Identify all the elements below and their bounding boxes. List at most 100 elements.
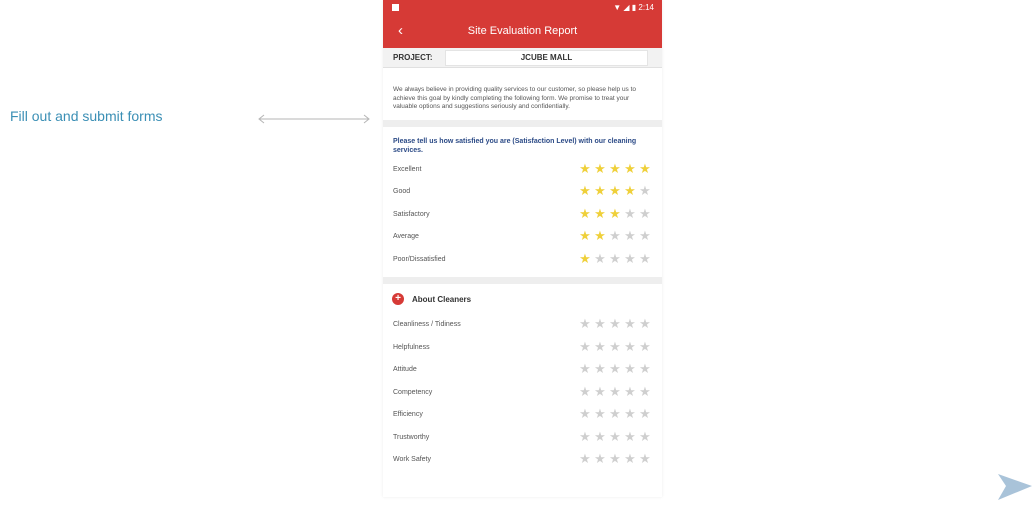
star-rating[interactable]: ★ ★ ★ ★ ★	[578, 384, 652, 399]
star-icon[interactable]: ★	[593, 429, 607, 444]
star-rating[interactable]: ★ ★ ★ ★ ★	[578, 317, 652, 331]
star-icon[interactable]: ★	[623, 339, 637, 354]
star-icon: ★	[579, 160, 591, 176]
divider	[383, 119, 662, 127]
star-icon[interactable]: ★	[593, 362, 607, 376]
rating-label: Satisfactory	[393, 210, 430, 218]
star-icon: ★	[624, 205, 636, 221]
star-icon[interactable]: ★	[578, 317, 592, 331]
star-icon[interactable]: ★	[638, 429, 652, 444]
star-icon: ★	[594, 160, 606, 176]
star-rating: ★ ★ ★ ★ ★	[578, 184, 652, 198]
rating-row: Satisfactory ★ ★ ★ ★ ★	[383, 204, 662, 227]
rating-row: Poor/Dissatisfied ★ ★ ★ ★ ★	[383, 249, 662, 272]
star-icon[interactable]: ★	[638, 339, 652, 354]
star-rating[interactable]: ★ ★ ★ ★ ★	[578, 362, 652, 376]
star-icon[interactable]: ★	[623, 407, 637, 421]
star-rating[interactable]: ★ ★ ★ ★ ★	[578, 429, 652, 444]
app-bar: ‹ Site Evaluation Report	[383, 16, 662, 48]
star-icon: ★	[579, 250, 591, 266]
star-icon[interactable]: ★	[623, 362, 637, 376]
rating-row: Average ★ ★ ★ ★ ★	[383, 226, 662, 249]
rating-label: Excellent	[393, 165, 422, 173]
star-icon[interactable]: ★	[608, 452, 622, 466]
star-icon[interactable]: ★	[608, 429, 622, 444]
star-icon: ★	[594, 205, 606, 221]
star-icon: ★	[624, 183, 636, 198]
star-icon[interactable]: ★	[578, 362, 592, 376]
star-icon[interactable]: ★	[608, 407, 622, 421]
star-icon[interactable]: ★	[638, 384, 652, 399]
star-icon: ★	[609, 183, 621, 198]
rating-row: Cleanliness / Tidiness ★ ★ ★ ★ ★	[383, 314, 662, 337]
star-icon: ★	[639, 250, 651, 266]
star-icon[interactable]: ★	[608, 384, 622, 399]
star-icon[interactable]: ★	[578, 384, 592, 399]
star-icon: ★	[594, 250, 606, 266]
section-title: About Cleaners	[412, 295, 472, 304]
intro-text: We always believe in providing quality s…	[393, 86, 637, 110]
star-icon[interactable]: ★	[578, 339, 592, 354]
rating-row: Work Safety ★ ★ ★ ★ ★	[383, 449, 662, 472]
star-icon[interactable]: ★	[608, 317, 622, 331]
project-field[interactable]: JCUBE MALL	[445, 50, 648, 66]
star-icon[interactable]: ★	[578, 429, 592, 444]
star-icon: ★	[639, 183, 651, 198]
star-icon[interactable]: ★	[623, 317, 637, 331]
notification-icon	[392, 4, 399, 11]
star-icon[interactable]: ★	[608, 362, 622, 376]
section-header[interactable]: + About Cleaners	[383, 284, 662, 314]
star-icon: ★	[609, 228, 621, 243]
star-rating[interactable]: ★ ★ ★ ★ ★	[578, 452, 652, 466]
star-icon[interactable]: ★	[623, 429, 637, 444]
star-rating[interactable]: ★ ★ ★ ★ ★	[578, 339, 652, 354]
star-icon[interactable]: ★	[593, 407, 607, 421]
star-rating: ★ ★ ★ ★ ★	[578, 250, 652, 266]
star-icon: ★	[639, 205, 651, 221]
divider	[383, 277, 662, 284]
star-icon[interactable]: ★	[593, 452, 607, 466]
rating-row: Good ★ ★ ★ ★ ★	[383, 181, 662, 204]
rating-list: Cleanliness / Tidiness ★ ★ ★ ★ ★ Helpfulness ★ ★…	[383, 314, 662, 472]
star-icon: ★	[579, 205, 591, 221]
star-icon[interactable]: ★	[638, 362, 652, 376]
rating-label: Work Safety	[393, 456, 431, 463]
plus-circle-icon[interactable]: +	[392, 293, 404, 305]
rating-row: Excellent ★ ★ ★ ★ ★	[383, 159, 662, 182]
question-text: Please tell us how satisfied you are (Sa…	[393, 137, 637, 154]
star-icon[interactable]: ★	[623, 384, 637, 399]
star-icon: ★	[579, 183, 591, 198]
caption-text: Fill out and submit forms	[10, 108, 163, 124]
double-arrow-icon	[258, 114, 370, 124]
play-triangle-icon[interactable]	[996, 468, 1034, 502]
star-icon: ★	[594, 183, 606, 198]
star-icon[interactable]: ★	[638, 407, 652, 421]
rating-row: Efficiency ★ ★ ★ ★ ★	[383, 404, 662, 427]
project-row: PROJECT: JCUBE MALL	[383, 48, 662, 68]
rating-label: Helpfulness	[393, 343, 430, 351]
rating-label: Cleanliness / Tidiness	[393, 321, 461, 328]
star-icon[interactable]: ★	[593, 384, 607, 399]
star-rating[interactable]: ★ ★ ★ ★ ★	[578, 407, 652, 421]
star-icon[interactable]: ★	[623, 452, 637, 466]
rating-label: Poor/Dissatisfied	[393, 255, 446, 263]
rating-label: Average	[393, 233, 419, 240]
star-icon: ★	[609, 205, 621, 221]
star-icon[interactable]: ★	[608, 339, 622, 354]
star-icon[interactable]: ★	[578, 452, 592, 466]
star-icon[interactable]: ★	[593, 339, 607, 354]
signal-battery-icons: ▼ ◢ ▮	[613, 3, 637, 12]
rating-row: Helpfulness ★ ★ ★ ★ ★	[383, 337, 662, 360]
star-icon[interactable]: ★	[578, 407, 592, 421]
star-icon: ★	[609, 160, 621, 176]
star-icon: ★	[639, 160, 651, 176]
phone-screen: ▼ ◢ ▮ 2:14 ‹ Site Evaluation Report PROJ…	[383, 0, 662, 497]
star-icon[interactable]: ★	[593, 317, 607, 331]
star-icon: ★	[624, 250, 636, 266]
star-icon[interactable]: ★	[638, 317, 652, 331]
rating-label: Good	[393, 188, 411, 195]
star-icon: ★	[639, 228, 651, 243]
rating-label: Efficiency	[393, 411, 423, 418]
star-icon[interactable]: ★	[638, 452, 652, 466]
project-label: PROJECT:	[393, 53, 433, 62]
